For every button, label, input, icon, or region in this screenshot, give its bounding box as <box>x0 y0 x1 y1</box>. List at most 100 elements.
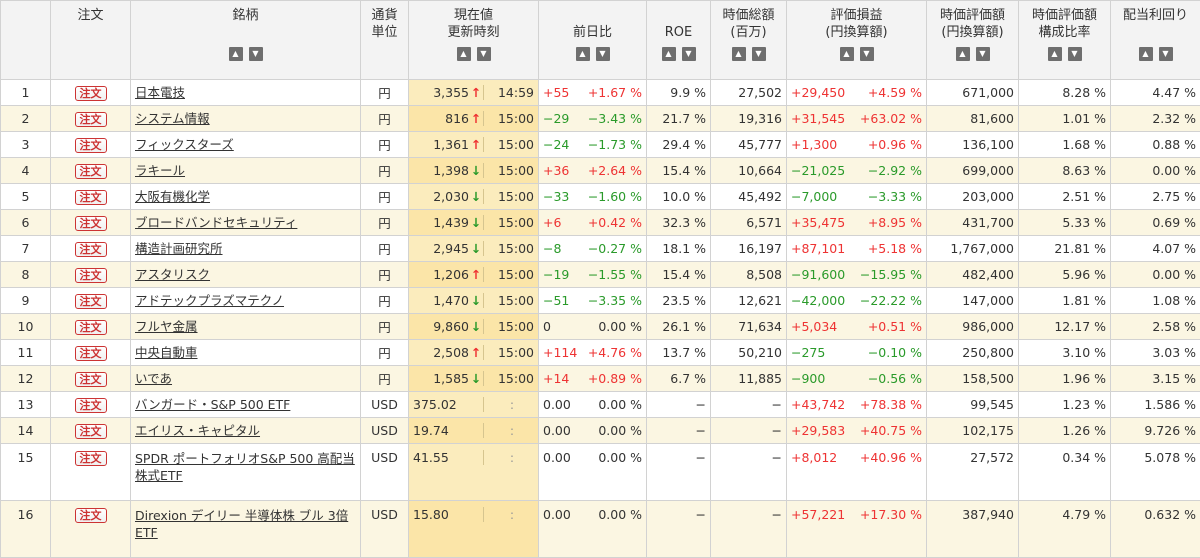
yield-cell: 2.58 % <box>1111 314 1200 340</box>
sort-asc-button[interactable]: ▲ <box>457 47 471 61</box>
header-currency-label-2: 単位 <box>365 24 404 41</box>
header-row: 注文 銘柄 ▲▼ 通貨 単位 現在値 更新時刻 ▲▼ 前日比 ▲▼ <box>1 1 1200 80</box>
price-cell: 1,361↑15:00 <box>409 132 539 158</box>
change-cell: +36+2.64 % <box>539 158 647 184</box>
order-button[interactable]: 注文 <box>75 138 107 153</box>
current-price: 2,945 <box>413 241 469 256</box>
sort-asc-button[interactable]: ▲ <box>1139 47 1153 61</box>
sort-desc-button[interactable]: ▼ <box>1068 47 1082 61</box>
mcap-cell: − <box>711 418 787 444</box>
sort-asc-button[interactable]: ▲ <box>840 47 854 61</box>
arrow-down-icon: ↓ <box>469 215 483 230</box>
stock-name-link[interactable]: 中央自動車 <box>135 345 198 360</box>
currency-cell: 円 <box>361 210 409 236</box>
mcap-cell: − <box>711 392 787 418</box>
yield-cell: 0.632 % <box>1111 501 1200 558</box>
pl-percent: +0.51 % <box>868 319 922 334</box>
sort-desc-button[interactable]: ▼ <box>596 47 610 61</box>
order-button[interactable]: 注文 <box>75 190 107 205</box>
stock-name-link[interactable]: アスタリスク <box>135 267 210 282</box>
change-cell: +55+1.67 % <box>539 80 647 106</box>
order-button[interactable]: 注文 <box>75 372 107 387</box>
stock-name-link[interactable]: フルヤ金属 <box>135 319 198 334</box>
value-cell: 158,500 <box>927 366 1019 392</box>
sort-desc-button[interactable]: ▼ <box>249 47 263 61</box>
yield-cell: 0.88 % <box>1111 132 1200 158</box>
stock-name-link[interactable]: フィックスターズ <box>135 137 234 152</box>
table-row: 14注文エイリス・キャピタルUSD19.74:0.000.00 %−−+29,5… <box>1 418 1200 444</box>
order-button[interactable]: 注文 <box>75 164 107 179</box>
arrow-down-icon: ↓ <box>469 241 483 256</box>
order-button[interactable]: 注文 <box>75 398 107 413</box>
order-button[interactable]: 注文 <box>75 216 107 231</box>
sort-asc-button[interactable]: ▲ <box>662 47 676 61</box>
roe-cell: 29.4 % <box>647 132 711 158</box>
stock-name-link[interactable]: エイリス・キャピタル <box>135 423 260 438</box>
order-button[interactable]: 注文 <box>75 86 107 101</box>
change-percent: −1.60 % <box>588 189 642 204</box>
currency-cell: 円 <box>361 262 409 288</box>
stock-name-link[interactable]: システム情報 <box>135 111 210 126</box>
sort-desc-button[interactable]: ▼ <box>682 47 696 61</box>
order-button[interactable]: 注文 <box>75 320 107 335</box>
price-cell: 2,508↑15:00 <box>409 340 539 366</box>
header-pl: 評価損益 (円換算額) ▲▼ <box>787 1 927 80</box>
stock-name-link[interactable]: Direxion デイリー 半導体株 ブル 3倍 ETF <box>135 508 348 540</box>
roe-cell: 13.7 % <box>647 340 711 366</box>
ratio-cell: 0.34 % <box>1019 444 1111 501</box>
stock-name-link[interactable]: いであ <box>135 371 172 386</box>
sort-desc-button[interactable]: ▼ <box>752 47 766 61</box>
row-number: 11 <box>1 340 51 366</box>
sort-asc-button[interactable]: ▲ <box>732 47 746 61</box>
sort-desc-button[interactable]: ▼ <box>477 47 491 61</box>
pl-cell: −91,600−15.95 % <box>787 262 927 288</box>
pl-percent: −0.56 % <box>868 371 922 386</box>
update-time: 15:00 <box>483 293 534 308</box>
pl-value: +5,034 <box>791 319 837 334</box>
table-row: 12注文いであ円1,585↓15:00+14+0.89 %6.7 %11,885… <box>1 366 1200 392</box>
row-number: 6 <box>1 210 51 236</box>
sort-asc-button[interactable]: ▲ <box>1048 47 1062 61</box>
sort-asc-button[interactable]: ▲ <box>956 47 970 61</box>
order-button[interactable]: 注文 <box>75 451 107 466</box>
value-cell: 147,000 <box>927 288 1019 314</box>
row-number: 10 <box>1 314 51 340</box>
order-button[interactable]: 注文 <box>75 112 107 127</box>
stock-name-link[interactable]: 構造計画研究所 <box>135 241 223 256</box>
order-button[interactable]: 注文 <box>75 268 107 283</box>
header-currency: 通貨 単位 <box>361 1 409 80</box>
pl-value: +1,300 <box>791 137 837 152</box>
value-cell: 250,800 <box>927 340 1019 366</box>
change-cell: 0.000.00 % <box>539 501 647 558</box>
stock-name-link[interactable]: SPDR ポートフォリオS&P 500 高配当株式ETF <box>135 451 355 483</box>
stock-name-link[interactable]: アドテックプラズマテクノ <box>135 293 284 308</box>
change-percent: +4.76 % <box>588 345 642 360</box>
sort-desc-button[interactable]: ▼ <box>1159 47 1173 61</box>
order-button[interactable]: 注文 <box>75 242 107 257</box>
change-percent: 0.00 % <box>598 507 642 522</box>
stock-name-link[interactable]: 大阪有機化学 <box>135 189 210 204</box>
arrow-down-icon: ↓ <box>469 189 483 204</box>
sort-desc-button[interactable]: ▼ <box>976 47 990 61</box>
sort-asc-button[interactable]: ▲ <box>576 47 590 61</box>
name-cell: ラキール <box>131 158 361 184</box>
currency-cell: 円 <box>361 314 409 340</box>
header-price: 現在値 更新時刻 ▲▼ <box>409 1 539 80</box>
row-number: 13 <box>1 392 51 418</box>
stock-name-link[interactable]: ブロードバンドセキュリティ <box>135 215 297 230</box>
yield-cell: 1.586 % <box>1111 392 1200 418</box>
stock-name-link[interactable]: バンガード・S&P 500 ETF <box>135 397 290 412</box>
stock-name-link[interactable]: ラキール <box>135 163 185 178</box>
table-row: 7注文構造計画研究所円2,945↓15:00−8−0.27 %18.1 %16,… <box>1 236 1200 262</box>
order-button[interactable]: 注文 <box>75 294 107 309</box>
order-button[interactable]: 注文 <box>75 424 107 439</box>
sort-desc-button[interactable]: ▼ <box>860 47 874 61</box>
order-button[interactable]: 注文 <box>75 346 107 361</box>
header-change: 前日比 ▲▼ <box>539 1 647 80</box>
row-number: 8 <box>1 262 51 288</box>
stock-name-link[interactable]: 日本電技 <box>135 85 185 100</box>
sort-asc-button[interactable]: ▲ <box>229 47 243 61</box>
current-price: 1,206 <box>413 267 469 282</box>
order-button[interactable]: 注文 <box>75 508 107 523</box>
order-cell: 注文 <box>51 418 131 444</box>
